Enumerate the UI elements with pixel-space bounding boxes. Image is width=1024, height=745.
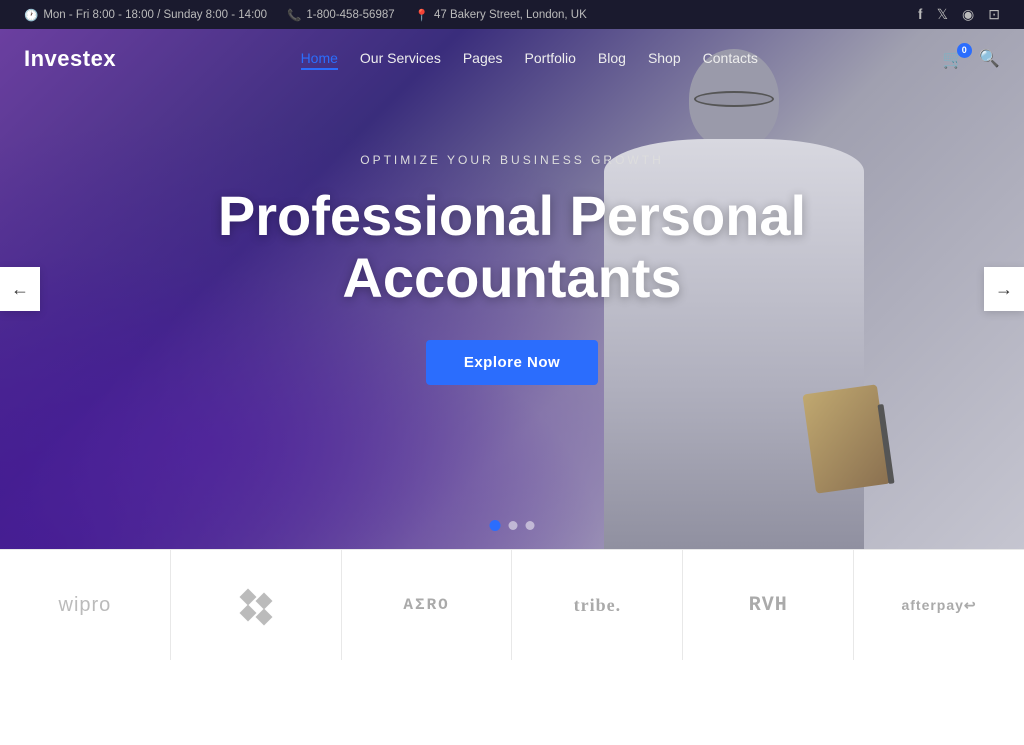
slide-dots xyxy=(490,521,535,531)
search-button[interactable]: 🔍 xyxy=(979,49,1000,69)
explore-now-button[interactable]: Explore Now xyxy=(426,340,598,385)
cart-button[interactable]: 🛒 0 xyxy=(942,49,964,70)
top-bar-left: 🕐 Mon - Fri 8:00 - 18:00 / Sunday 8:00 -… xyxy=(24,8,587,22)
globe-icon[interactable]: ◉ xyxy=(962,6,974,23)
facebook-icon[interactable]: 𝐟 xyxy=(918,6,923,23)
partner-rmh: RVH xyxy=(683,550,854,660)
hero-content: Optimize Your Business Growth Profession… xyxy=(162,153,862,425)
hero-banner: Investex Home Our Services Pages Portfol… xyxy=(0,29,1024,549)
site-logo[interactable]: Investex xyxy=(24,46,116,72)
nav-item-pages[interactable]: Pages xyxy=(463,50,503,68)
instagram-icon[interactable]: ⊡ xyxy=(988,6,1000,23)
hours-text: Mon - Fri 8:00 - 18:00 / Sunday 8:00 - 1… xyxy=(43,9,267,21)
nav-link-blog[interactable]: Blog xyxy=(598,50,626,66)
partner-wipro: wipro xyxy=(0,550,171,660)
nav-item-home[interactable]: Home xyxy=(301,50,338,68)
rmh-logo: RVH xyxy=(749,594,788,617)
slide-dot-2[interactable] xyxy=(509,521,518,530)
partner-tribe: tribe. xyxy=(512,550,683,660)
afterpay-logo: afterpay↩ xyxy=(901,597,976,614)
hero-subtitle: Optimize Your Business Growth xyxy=(162,153,862,167)
slide-dot-1[interactable] xyxy=(490,520,501,531)
nav-link-portfolio[interactable]: Portfolio xyxy=(525,50,576,66)
phone-item: 📞 1-800-458-56987 xyxy=(287,8,395,22)
nav-link-shop[interactable]: Shop xyxy=(648,50,681,66)
twitter-icon[interactable]: 𝕏 xyxy=(937,6,948,23)
nav-right: 🛒 0 🔍 xyxy=(942,49,1000,70)
nav-link-pages[interactable]: Pages xyxy=(463,50,503,66)
cart-badge: 0 xyxy=(957,43,972,58)
hero-title: Professional Personal Accountants xyxy=(162,185,862,308)
slide-next-button[interactable]: → xyxy=(984,267,1024,311)
partners-bar: wipro AΣRO tribe. RVH afterpay↩ xyxy=(0,549,1024,660)
aero-logo: AΣRO xyxy=(403,596,449,614)
top-bar-right[interactable]: 𝐟 𝕏 ◉ ⊡ xyxy=(918,6,1000,23)
phone-icon: 📞 xyxy=(287,8,301,22)
tribe-logo: tribe. xyxy=(574,595,621,616)
navbar: Investex Home Our Services Pages Portfol… xyxy=(0,29,1024,89)
wipro-logo: wipro xyxy=(59,594,112,617)
nav-item-services[interactable]: Our Services xyxy=(360,50,441,68)
nav-link-services[interactable]: Our Services xyxy=(360,50,441,66)
hero-section: Investex Home Our Services Pages Portfol… xyxy=(0,29,1024,549)
nav-link-home[interactable]: Home xyxy=(301,50,338,70)
clock-icon: 🕐 xyxy=(24,8,38,22)
nav-links: Home Our Services Pages Portfolio Blog S… xyxy=(301,50,758,68)
slide-dot-3[interactable] xyxy=(526,521,535,530)
slide-prev-button[interactable]: ← xyxy=(0,267,40,311)
location-icon: 📍 xyxy=(415,8,429,22)
top-bar: 🕐 Mon - Fri 8:00 - 18:00 / Sunday 8:00 -… xyxy=(0,0,1024,29)
partner-afterpay: afterpay↩ xyxy=(854,550,1024,660)
address-item: 📍 47 Bakery Street, London, UK xyxy=(415,8,587,22)
diamonds-logo xyxy=(242,587,270,623)
nav-link-contacts[interactable]: Contacts xyxy=(703,50,758,66)
nav-item-contacts[interactable]: Contacts xyxy=(703,50,758,68)
phone-text: 1-800-458-56987 xyxy=(306,9,394,21)
nav-item-blog[interactable]: Blog xyxy=(598,50,626,68)
partner-diamonds xyxy=(171,550,342,660)
hours-item: 🕐 Mon - Fri 8:00 - 18:00 / Sunday 8:00 -… xyxy=(24,8,267,22)
partner-aero: AΣRO xyxy=(342,550,513,660)
address-text: 47 Bakery Street, London, UK xyxy=(434,9,587,21)
nav-item-shop[interactable]: Shop xyxy=(648,50,681,68)
nav-item-portfolio[interactable]: Portfolio xyxy=(525,50,576,68)
